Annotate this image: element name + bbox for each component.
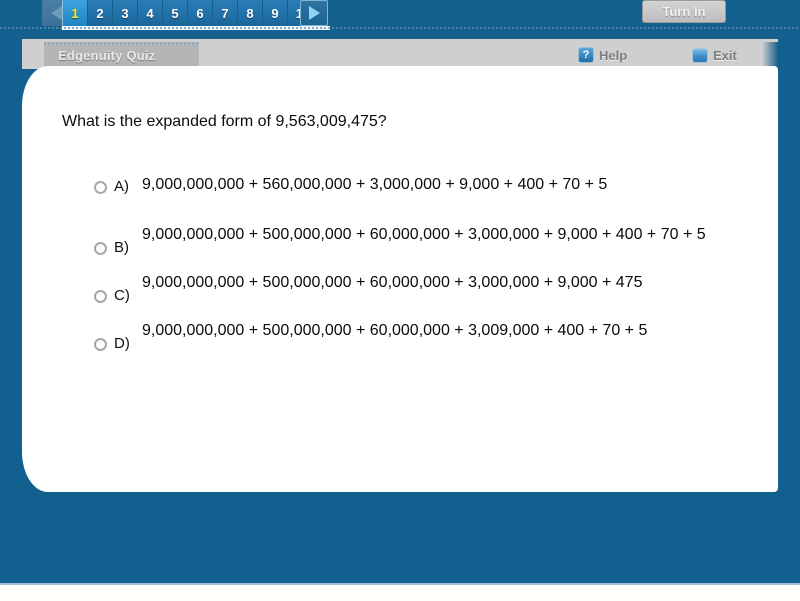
- page-button-6[interactable]: 6: [188, 0, 213, 26]
- page-button-1[interactable]: 1: [63, 0, 88, 26]
- answer-option-a[interactable]: A) 9,000,000,000 + 560,000,000 + 3,000,0…: [94, 172, 754, 206]
- help-button[interactable]: ? Help: [578, 46, 627, 64]
- exit-button-label: Exit: [713, 47, 737, 63]
- page-button-7[interactable]: 7: [213, 0, 238, 26]
- answer-text-c: 9,000,000,000 + 500,000,000 + 60,000,000…: [142, 274, 643, 291]
- answer-letter-b: B): [114, 239, 129, 256]
- radio-button-a[interactable]: [94, 181, 107, 194]
- question-text: What is the expanded form of 9,563,009,4…: [62, 113, 387, 130]
- exit-square-icon: [692, 47, 708, 63]
- page-button-9[interactable]: 9: [263, 0, 288, 26]
- radio-button-d[interactable]: [94, 338, 107, 351]
- quiz-title-tab: Edgenuity Quiz: [44, 42, 199, 69]
- nav-dotted-divider: [0, 27, 800, 29]
- page-number-list: 1 2 3 4 5 6 7 8 9 10: [62, 0, 319, 26]
- page-button-2[interactable]: 2: [88, 0, 113, 26]
- page-button-4[interactable]: 4: [138, 0, 163, 26]
- answer-text-b: 9,000,000,000 + 500,000,000 + 60,000,000…: [142, 226, 706, 243]
- radio-button-b[interactable]: [94, 242, 107, 255]
- answer-option-b[interactable]: B) 9,000,000,000 + 500,000,000 + 60,000,…: [94, 222, 754, 256]
- page-title: Edgenuity Quiz: [58, 48, 156, 63]
- quiz-window: Edgenuity Quiz ? Help Exit What is the e…: [19, 36, 778, 492]
- exit-button[interactable]: Exit: [692, 46, 737, 64]
- header-right-fade: [762, 42, 778, 69]
- page-button-5[interactable]: 5: [163, 0, 188, 26]
- answer-option-d[interactable]: D) 9,000,000,000 + 500,000,000 + 60,000,…: [94, 318, 754, 352]
- quiz-content-panel: What is the expanded form of 9,563,009,4…: [22, 66, 778, 492]
- turn-in-button[interactable]: Turn In: [642, 0, 726, 23]
- radio-button-c[interactable]: [94, 290, 107, 303]
- page-button-8[interactable]: 8: [238, 0, 263, 26]
- answer-text-d: 9,000,000,000 + 500,000,000 + 60,000,000…: [142, 322, 648, 339]
- triangle-left-icon: [50, 6, 62, 20]
- next-question-button[interactable]: [300, 0, 328, 26]
- quiz-header-bar: Edgenuity Quiz ? Help Exit: [22, 36, 778, 69]
- answer-letter-a: A): [114, 178, 129, 195]
- triangle-right-icon: [308, 6, 320, 20]
- question-mark-icon: ?: [578, 47, 594, 63]
- quiz-application: 1 2 3 4 5 6 7 8 9 10 Turn In Edgenuity Q…: [0, 0, 800, 601]
- answer-option-c[interactable]: C) 9,000,000,000 + 500,000,000 + 60,000,…: [94, 270, 754, 304]
- bottom-white-strip: [0, 585, 800, 601]
- answer-letter-c: C): [114, 287, 130, 304]
- answer-text-a: 9,000,000,000 + 560,000,000 + 3,000,000 …: [142, 176, 608, 193]
- page-button-3[interactable]: 3: [113, 0, 138, 26]
- answer-letter-d: D): [114, 335, 130, 352]
- help-button-label: Help: [599, 47, 628, 63]
- answer-options-list: A) 9,000,000,000 + 560,000,000 + 3,000,0…: [94, 172, 754, 366]
- header-dotted-accent: [44, 42, 199, 45]
